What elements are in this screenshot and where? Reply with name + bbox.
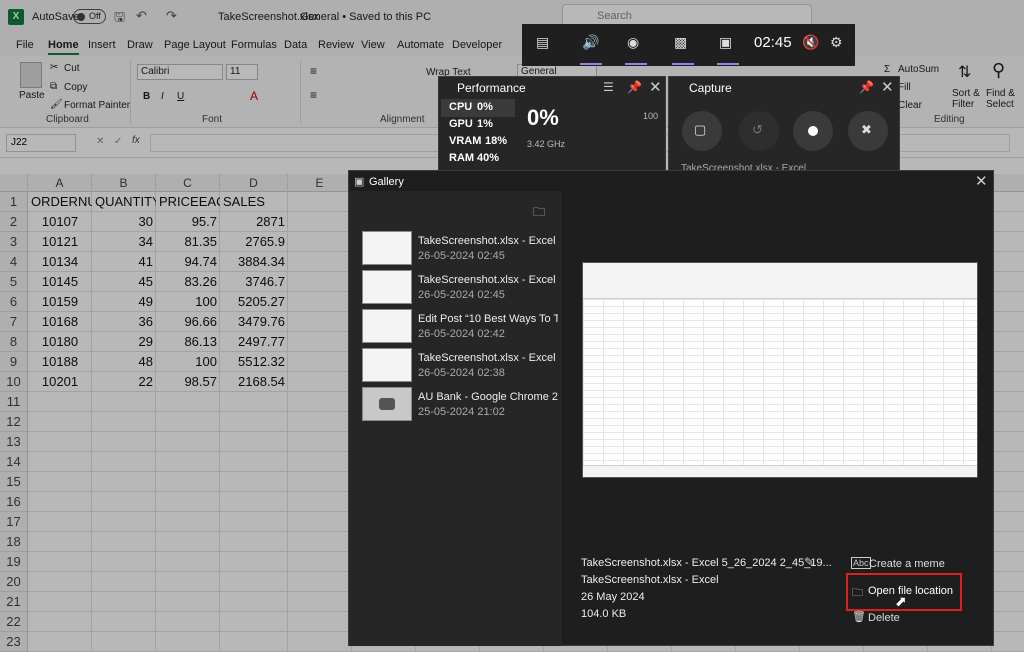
performance-icon[interactable]: ▩ [674, 34, 687, 51]
gallery-item-title[interactable]: TakeScreenshot.xlsx - Excel 5... [418, 352, 558, 364]
gallery-item-title[interactable]: AU Bank - Google Chrome 2... [418, 391, 558, 403]
screenshot-preview[interactable] [582, 262, 978, 478]
meme-icon: Abc [851, 557, 871, 569]
gallery-item-date: 26-05-2024 02:42 [418, 328, 505, 340]
preview-grid [583, 299, 977, 475]
gallery-item-date: 26-05-2024 02:45 [418, 289, 505, 301]
vram-label[interactable]: VRAM [449, 135, 481, 147]
mouse-cursor-icon: ⬈ [895, 593, 907, 609]
record-last-button[interactable]: ↺ [739, 111, 779, 151]
capture-title: Capture [689, 81, 732, 95]
ram-label[interactable]: RAM [449, 152, 474, 164]
create-meme-button[interactable]: Create a meme [869, 558, 945, 570]
active-indicator [625, 63, 647, 65]
game-bar-toolbar: ▤ 🔊 ◉ ▩ ▣ 02:45 🔇 ⚙ [522, 24, 855, 66]
cpu-big-value: 0% [527, 105, 559, 130]
trash-icon: 🗑 [852, 611, 866, 623]
active-indicator [672, 63, 694, 65]
gallery-thumbnail-video[interactable] [362, 387, 412, 421]
gallery-thumbnail[interactable] [362, 231, 412, 265]
screenshot-date: 26 May 2024 [581, 591, 645, 603]
gallery-item-title[interactable]: TakeScreenshot.xlsx - Excel 5... [418, 274, 558, 286]
performance-title: Performance [457, 81, 526, 95]
active-indicator [717, 63, 739, 65]
screenshot-filename: TakeScreenshot.xlsx - Excel 5_26_2024 2_… [581, 557, 832, 569]
pin-icon[interactable]: 📌 [859, 80, 874, 94]
gallery-list: 🗀 TakeScreenshot.xlsx - Excel 5... 26-05… [349, 191, 562, 646]
ram-value: 40% [477, 152, 500, 164]
folder-icon: 🗀 [852, 587, 863, 599]
widget-menu-icon[interactable]: ▤ [536, 34, 549, 51]
close-icon[interactable]: ✕ [881, 78, 894, 96]
capture-icon[interactable]: ◉ [627, 34, 639, 51]
gallery-thumbnail[interactable] [362, 309, 412, 343]
history-icon: ↺ [752, 122, 763, 137]
folder-icon[interactable]: 🗀 [533, 203, 545, 224]
play-icon [379, 398, 395, 410]
mic-toggle-button[interactable]: ✖ [848, 111, 888, 151]
audio-icon[interactable]: 🔊 [582, 34, 599, 51]
mic-muted-icon[interactable]: 🔇 [802, 34, 819, 51]
screenshot-size: 104.0 KB [581, 608, 627, 620]
cpu-value: 0% [477, 101, 493, 113]
options-icon[interactable]: ☰ [603, 80, 614, 94]
cpu-frequency: 3.42 GHz [527, 139, 566, 149]
record-button[interactable] [793, 111, 833, 151]
clock: 02:45 [754, 34, 792, 51]
edit-icon[interactable]: ✎ [804, 555, 814, 569]
preview-ribbon [583, 263, 977, 299]
gpu-value: 1% [477, 118, 493, 130]
screenshot-button[interactable]: ▢ [682, 111, 722, 151]
gallery-panel: ▣ Gallery ✕ 🗀 TakeScreenshot.xlsx - Exce… [348, 170, 994, 646]
gallery-thumbnail[interactable] [362, 270, 412, 304]
vram-value: 18% [485, 135, 508, 147]
gallery-icon: ▣ [354, 176, 365, 188]
gallery-item-date: 26-05-2024 02:45 [418, 250, 505, 262]
gallery-thumbnail[interactable] [362, 348, 412, 382]
gallery-item-title[interactable]: TakeScreenshot.xlsx - Excel 5... [418, 235, 558, 247]
performance-panel: Performance ☰ 📌 ✕ CPU 0% GPU 1% VRAM 18%… [438, 76, 666, 172]
gpu-label[interactable]: GPU [449, 118, 473, 130]
pin-icon[interactable]: 📌 [627, 80, 642, 94]
close-icon[interactable]: ✕ [649, 78, 662, 96]
graph-max: 100 [643, 111, 659, 121]
screenshot-app: TakeScreenshot.xlsx - Excel [581, 574, 719, 586]
gallery-item-date: 25-05-2024 21:02 [418, 406, 505, 418]
open-file-location-button[interactable]: Open file location [868, 585, 953, 597]
cpu-label[interactable]: CPU [449, 101, 472, 113]
gallery-item-date: 26-05-2024 02:38 [418, 367, 505, 379]
capture-panel: Capture 📌 ✕ ▢ ↺ ✖ TakeScreenshot.xlsx - … [668, 76, 900, 174]
camera-icon: ▢ [694, 122, 707, 137]
gallery-title: Gallery [369, 176, 404, 188]
preview-sheet-tabs [583, 465, 977, 477]
active-indicator [580, 63, 602, 65]
settings-icon[interactable]: ⚙ [830, 34, 843, 51]
close-icon[interactable]: ✕ [975, 172, 988, 190]
gallery-item-title[interactable]: Edit Post “10 Best Ways To Ta... [418, 313, 558, 325]
gallery-icon[interactable]: ▣ [719, 34, 732, 51]
mic-off-icon: ✖ [861, 122, 872, 137]
delete-button[interactable]: Delete [868, 612, 900, 624]
record-dot-icon [808, 126, 818, 136]
